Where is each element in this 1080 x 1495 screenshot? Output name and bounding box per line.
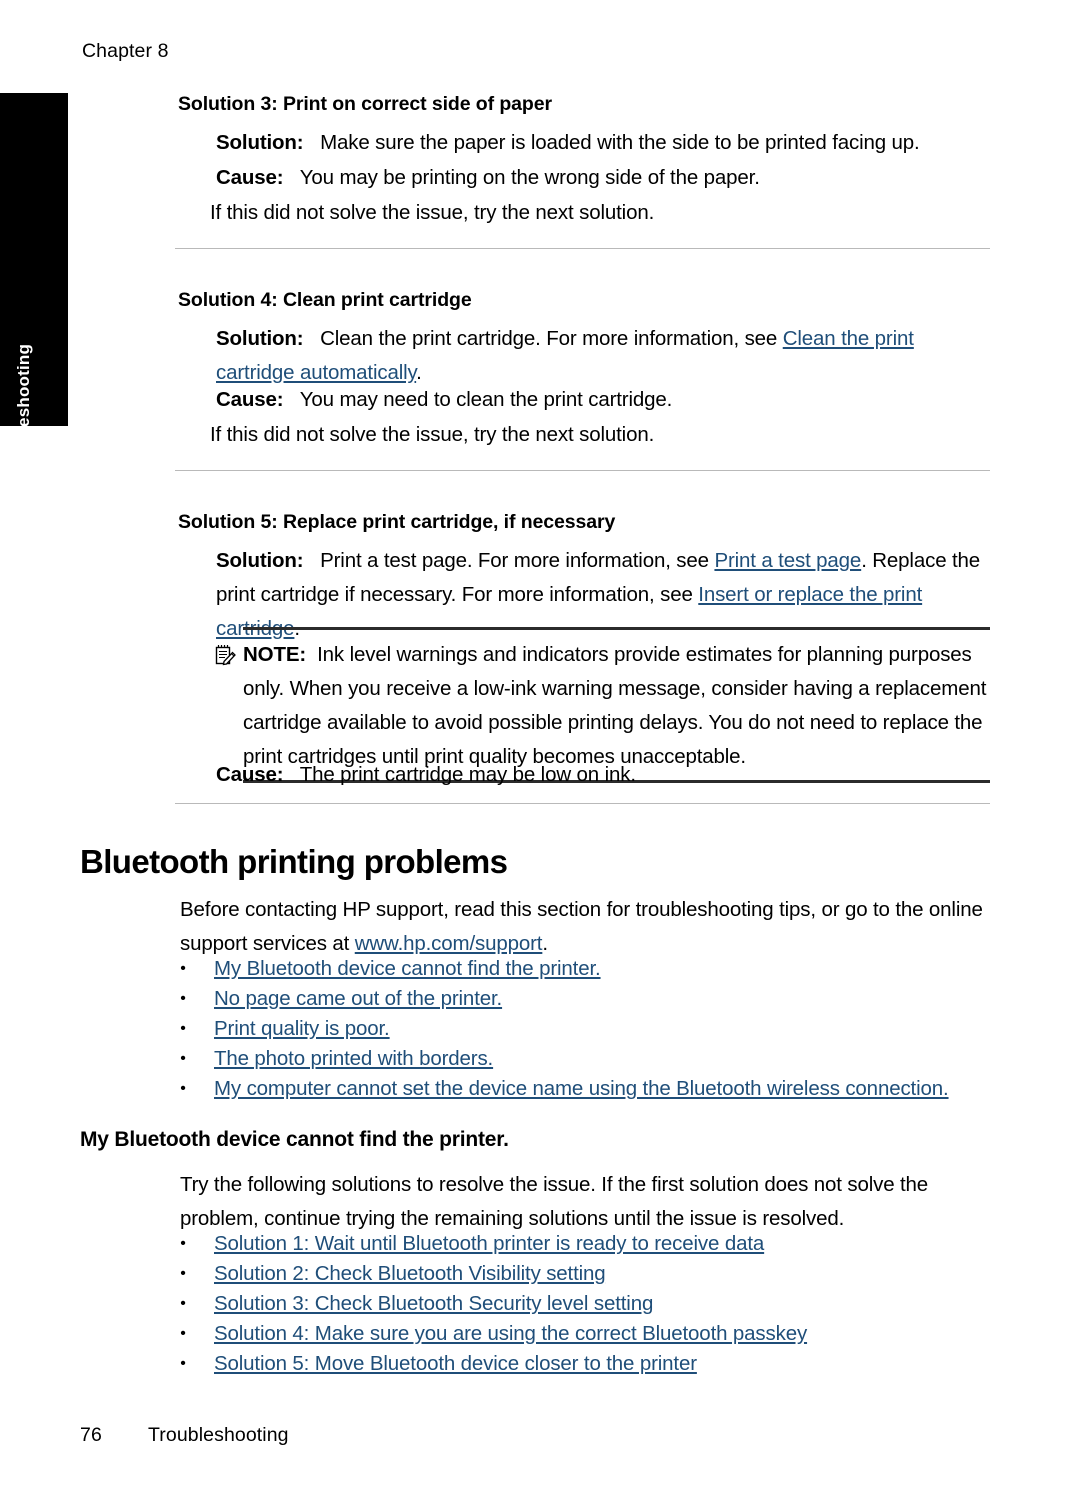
list-item[interactable]: • Solution 1: Wait until Bluetooth print… <box>178 1229 1008 1259</box>
link-print-quality-is-poor[interactable]: Print quality is poor. <box>214 1014 390 1044</box>
note-text: Ink level warnings and indicators provid… <box>243 643 987 768</box>
link-my-computer-cannot-set-the-device-name[interactable]: My computer cannot set the device name u… <box>214 1074 949 1104</box>
bullet-icon: • <box>180 1265 186 1282</box>
bluetooth-intro-text-a: Before contacting HP support, read this … <box>180 898 983 955</box>
bullet-icon: • <box>180 1355 186 1372</box>
page-footer: 76 Troubleshooting <box>80 1424 289 1447</box>
bullet-icon: • <box>180 990 186 1007</box>
bullet-icon: • <box>180 1325 186 1342</box>
footer-section-name: Troubleshooting <box>148 1424 289 1446</box>
link-print-a-test-page[interactable]: Print a test page <box>714 549 861 572</box>
cannot-find-printer-intro: Try the following solutions to resolve t… <box>180 1173 929 1230</box>
side-tab-troubleshooting: Troubleshooting <box>0 93 68 480</box>
list-item[interactable]: • Print quality is poor. <box>178 1014 1008 1044</box>
link-solution-1-wait-until-bluetooth-printer-ready[interactable]: Solution 1: Wait until Bluetooth printer… <box>214 1229 764 1259</box>
bluetooth-printing-problems-title: Bluetooth printing problems <box>80 843 508 880</box>
note-pencil-icon <box>215 643 237 666</box>
solution-label: Solution: <box>216 327 304 350</box>
bullet-icon: • <box>180 1020 186 1037</box>
bullet-icon: • <box>180 1235 186 1252</box>
cause-label: Cause: <box>216 763 284 786</box>
bullet-icon: • <box>180 1080 186 1097</box>
footer-page-number: 76 <box>80 1424 102 1446</box>
list-item[interactable]: • My Bluetooth device cannot find the pr… <box>178 954 1008 984</box>
bluetooth-intro-text-b: . <box>542 932 548 955</box>
cannot-find-printer-title: My Bluetooth device cannot find the prin… <box>80 1128 509 1151</box>
solution-3-next-text: If this did not solve the issue, try the… <box>210 201 655 224</box>
cause-text: You may need to clean the print cartridg… <box>299 388 673 411</box>
bullet-icon: • <box>180 1050 186 1067</box>
solution-text: Make sure the paper is loaded with the s… <box>320 131 920 154</box>
solution-text-after-link: . <box>416 361 422 384</box>
link-solution-5-move-bluetooth-device-closer[interactable]: Solution 5: Move Bluetooth device closer… <box>214 1349 697 1379</box>
section-divider <box>175 803 990 804</box>
list-item[interactable]: • My computer cannot set the device name… <box>178 1074 1008 1104</box>
solution-4-heading: Solution 4: Clean print cartridge <box>178 289 472 311</box>
cause-label: Cause: <box>216 388 284 411</box>
cause-text: You may be printing on the wrong side of… <box>299 166 760 189</box>
link-no-page-came-out-of-the-printer[interactable]: No page came out of the printer. <box>214 984 502 1014</box>
solution-4-cause-paragraph: Cause: You may need to clean the print c… <box>216 383 996 417</box>
link-hp-support-url[interactable]: www.hp.com/support <box>355 932 543 955</box>
link-solution-4-correct-bluetooth-passkey[interactable]: Solution 4: Make sure you are using the … <box>214 1319 807 1349</box>
solution-label: Solution: <box>216 131 304 154</box>
chapter-header: Chapter 8 <box>82 40 169 62</box>
section-divider <box>175 248 990 249</box>
link-my-bluetooth-device-cannot-find-the-printer[interactable]: My Bluetooth device cannot find the prin… <box>214 954 601 984</box>
cause-label: Cause: <box>216 166 284 189</box>
list-item[interactable]: • Solution 3: Check Bluetooth Security l… <box>178 1289 1008 1319</box>
bluetooth-intro-paragraph: Before contacting HP support, read this … <box>180 893 992 961</box>
solution-5-cause-paragraph: Cause: The print cartridge may be low on… <box>216 758 996 792</box>
link-the-photo-printed-with-borders[interactable]: The photo printed with borders. <box>214 1044 493 1074</box>
section-divider <box>175 470 990 471</box>
list-item[interactable]: • Solution 5: Move Bluetooth device clos… <box>178 1349 1008 1379</box>
document-page: Chapter 8 Troubleshooting Solution 3: Pr… <box>0 0 1080 1495</box>
list-item[interactable]: • Solution 2: Check Bluetooth Visibility… <box>178 1259 1008 1289</box>
solution-4-next-text: If this did not solve the issue, try the… <box>210 423 655 446</box>
solution-3-solution-paragraph: Solution: Make sure the paper is loaded … <box>216 126 996 160</box>
list-item[interactable]: • No page came out of the printer. <box>178 984 1008 1014</box>
bullet-icon: • <box>180 960 186 977</box>
list-item[interactable]: • The photo printed with borders. <box>178 1044 1008 1074</box>
side-tab-label: Troubleshooting <box>14 343 33 481</box>
solution-3-heading: Solution 3: Print on correct side of pap… <box>178 93 552 115</box>
solution-4-solution-paragraph: Solution: Clean the print cartridge. For… <box>216 322 991 390</box>
solution-label: Solution: <box>216 549 304 572</box>
note-label: NOTE: <box>243 643 307 666</box>
link-solution-3-check-bluetooth-security-level-setting[interactable]: Solution 3: Check Bluetooth Security lev… <box>214 1289 653 1319</box>
link-solution-2-check-bluetooth-visibility-setting[interactable]: Solution 2: Check Bluetooth Visibility s… <box>214 1259 606 1289</box>
solution-text-a: Print a test page. For more information,… <box>320 549 715 572</box>
list-item[interactable]: • Solution 4: Make sure you are using th… <box>178 1319 1008 1349</box>
solution-text-before-link: Clean the print cartridge. For more info… <box>320 327 783 350</box>
solution-3-cause-paragraph: Cause: You may be printing on the wrong … <box>216 161 996 195</box>
solution-5-heading: Solution 5: Replace print cartridge, if … <box>178 511 616 533</box>
cause-text: The print cartridge may be low on ink. <box>299 763 636 786</box>
cannot-find-printer-solution-list: • Solution 1: Wait until Bluetooth print… <box>178 1229 1008 1379</box>
bullet-icon: • <box>180 1295 186 1312</box>
bluetooth-topic-list: • My Bluetooth device cannot find the pr… <box>178 954 1008 1104</box>
